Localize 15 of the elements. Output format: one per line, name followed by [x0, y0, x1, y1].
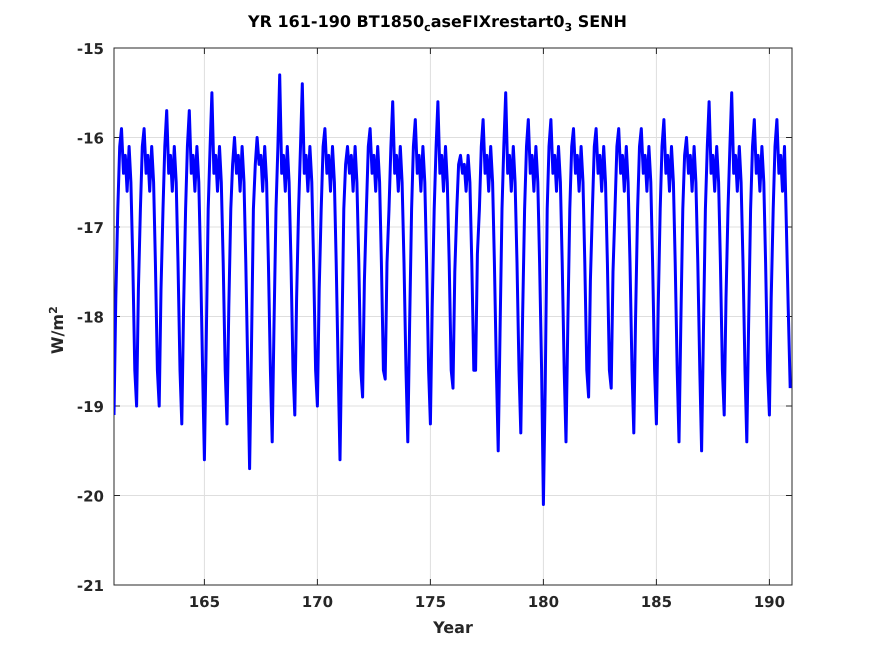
y-tick-label: -21 — [76, 577, 104, 595]
y-tick-label: -19 — [76, 398, 104, 416]
x-tick-label: 190 — [754, 593, 786, 611]
x-tick-label: 175 — [414, 593, 446, 611]
chart-title: YR 161-190 BT1850$_{c}$aseFIXrestart0$_{3}$ SENH — [248, 12, 627, 36]
y-tick-label: -18 — [76, 308, 104, 326]
y-tick-label: -20 — [76, 488, 104, 506]
x-tick-label: 185 — [640, 593, 672, 611]
x-tick-label: 165 — [188, 593, 220, 611]
x-tick-label: 170 — [302, 593, 334, 611]
y-tick-label: -17 — [76, 219, 104, 237]
y-tick-label: -15 — [76, 40, 104, 58]
x-tick-label: 180 — [528, 593, 560, 611]
y-tick-label: -16 — [76, 130, 104, 148]
x-axis-label: Year — [433, 618, 473, 637]
